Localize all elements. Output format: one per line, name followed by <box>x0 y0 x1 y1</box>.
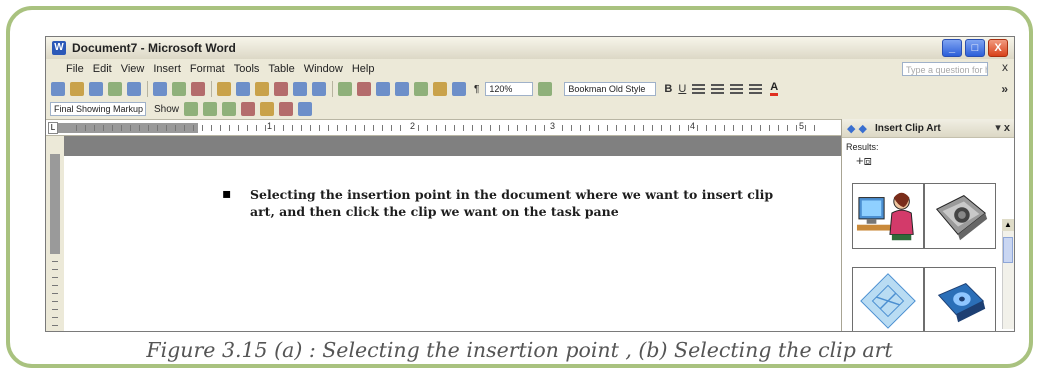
font-color-button[interactable]: A <box>770 82 779 96</box>
align-center-icon[interactable] <box>711 83 725 95</box>
standard-toolbar: ¶ 120% Bookman Old Style B U A » <box>46 79 1014 99</box>
insert-comment-icon[interactable] <box>260 102 275 116</box>
maximize-button[interactable]: □ <box>965 39 985 57</box>
ruler-mark-1: 1 <box>266 121 274 131</box>
paste-icon[interactable] <box>255 82 269 96</box>
insert-clip-icon[interactable]: +⧈ <box>856 154 1014 168</box>
menu-edit[interactable]: Edit <box>93 63 112 75</box>
undo-icon[interactable] <box>293 82 307 96</box>
back-forward-icon[interactable]: ◆ ◆ <box>847 122 867 135</box>
previous-change-icon[interactable] <box>184 102 199 116</box>
menu-tools[interactable]: Tools <box>234 63 260 75</box>
page-top-margin <box>64 136 841 156</box>
word-window: W Document7 - Microsoft Word _ □ X File … <box>45 36 1015 332</box>
clip-camera[interactable] <box>924 183 996 249</box>
title-bar: W Document7 - Microsoft Word _ □ X <box>46 37 1014 59</box>
menu-help[interactable]: Help <box>352 63 375 75</box>
show-hide-icon[interactable]: ¶ <box>474 84 479 95</box>
vertical-ruler-margin <box>50 154 60 254</box>
print-preview-icon[interactable] <box>172 82 186 96</box>
toolbar-options-icon[interactable]: » <box>1001 82 1008 96</box>
save-icon[interactable] <box>89 82 103 96</box>
open-icon[interactable] <box>70 82 84 96</box>
ruler-ticks <box>76 125 821 131</box>
format-painter-icon[interactable] <box>274 82 288 96</box>
font-select[interactable]: Bookman Old Style <box>564 82 657 96</box>
toolbar-separator <box>211 81 212 97</box>
task-pane-close-icon[interactable]: ▾ x <box>995 121 1010 134</box>
insert-excel-icon[interactable] <box>395 82 409 96</box>
cut-icon[interactable] <box>217 82 231 96</box>
menu-view[interactable]: View <box>121 63 145 75</box>
print-icon[interactable] <box>153 82 167 96</box>
task-pane-title: Insert Clip Art <box>874 122 941 134</box>
list-item[interactable]: ▪ Selecting the insertion point in the d… <box>222 186 790 220</box>
tables-borders-icon[interactable] <box>357 82 371 96</box>
redo-icon[interactable] <box>312 82 326 96</box>
new-document-icon[interactable] <box>51 82 65 96</box>
toolbar-separator <box>332 81 333 97</box>
task-pane-scrollbar[interactable] <box>1002 219 1014 329</box>
horizontal-ruler[interactable]: L 1 2 3 4 5 <box>46 119 841 136</box>
figure-frame: W Document7 - Microsoft Word _ □ X File … <box>6 6 1033 368</box>
clip-network-diagram[interactable] <box>852 267 924 331</box>
ruler-mark-4: 4 <box>689 121 697 131</box>
vertical-ruler[interactable] <box>46 136 64 331</box>
ruler-mark-3: 3 <box>549 121 557 131</box>
menu-bar: File Edit View Insert Format Tools Table… <box>46 59 1014 79</box>
insert-clip-art-pane: ◆ ◆ Insert Clip Art ▾ x Results: +⧈ ▲ <box>841 119 1014 331</box>
ruler-mark-2: 2 <box>409 121 417 131</box>
copy-icon[interactable] <box>236 82 250 96</box>
document-text[interactable]: Selecting the insertion point in the doc… <box>250 186 790 220</box>
hyperlink-icon[interactable] <box>338 82 352 96</box>
clip-disc[interactable] <box>924 267 996 331</box>
menu-format[interactable]: Format <box>190 63 225 75</box>
zoom-select[interactable]: 120% <box>485 82 534 96</box>
line-spacing-icon[interactable] <box>749 83 763 95</box>
reviewing-toolbar: Final Showing Markup Show <box>46 99 1014 119</box>
minimize-button[interactable]: _ <box>942 39 962 57</box>
menu-table[interactable]: Table <box>268 63 294 75</box>
menu-file[interactable]: File <box>66 63 84 75</box>
menu-insert[interactable]: Insert <box>153 63 181 75</box>
justify-icon[interactable] <box>730 83 744 95</box>
help-search-input[interactable]: Type a question for help <box>902 62 988 76</box>
insert-table-icon[interactable] <box>376 82 390 96</box>
align-left-icon[interactable] <box>692 83 706 95</box>
help-icon[interactable] <box>538 82 553 96</box>
bold-button[interactable]: B <box>664 83 672 95</box>
reviewing-pane-icon[interactable] <box>298 102 313 116</box>
task-pane-header: ◆ ◆ Insert Clip Art ▾ x <box>842 119 1014 138</box>
display-for-review-select[interactable]: Final Showing Markup <box>50 102 146 116</box>
clip-person-computer[interactable] <box>852 183 924 249</box>
results-label: Results: <box>846 142 879 152</box>
scroll-up-icon[interactable]: ▲ <box>1002 219 1014 231</box>
permission-icon[interactable] <box>108 82 122 96</box>
reject-change-icon[interactable] <box>241 102 256 116</box>
columns-icon[interactable] <box>414 82 428 96</box>
underline-button[interactable]: U <box>678 83 686 95</box>
bullet-icon: ▪ <box>222 186 232 202</box>
document-page[interactable]: ▪ Selecting the insertion point in the d… <box>64 156 841 331</box>
document-close-icon[interactable]: x <box>1002 60 1008 74</box>
document-map-icon[interactable] <box>452 82 466 96</box>
drawing-icon[interactable] <box>433 82 447 96</box>
vertical-ruler-ticks <box>52 261 58 331</box>
close-button[interactable]: X <box>988 39 1008 57</box>
next-change-icon[interactable] <box>203 102 218 116</box>
spelling-icon[interactable] <box>191 82 205 96</box>
menu-window[interactable]: Window <box>304 63 343 75</box>
figure-caption: Figure 3.15 (a) : Selecting the insertio… <box>146 338 893 362</box>
word-app-icon[interactable]: W <box>52 41 66 55</box>
ruler-mark-5: 5 <box>798 121 806 131</box>
email-icon[interactable] <box>127 82 141 96</box>
accept-change-icon[interactable] <box>222 102 237 116</box>
tab-selector-icon[interactable]: L <box>48 122 58 134</box>
show-menu-button[interactable]: Show <box>154 104 179 115</box>
window-title: Document7 - Microsoft Word <box>72 41 236 55</box>
scrollbar-thumb[interactable] <box>1003 237 1013 263</box>
track-changes-icon[interactable] <box>279 102 294 116</box>
toolbar-separator <box>147 81 148 97</box>
